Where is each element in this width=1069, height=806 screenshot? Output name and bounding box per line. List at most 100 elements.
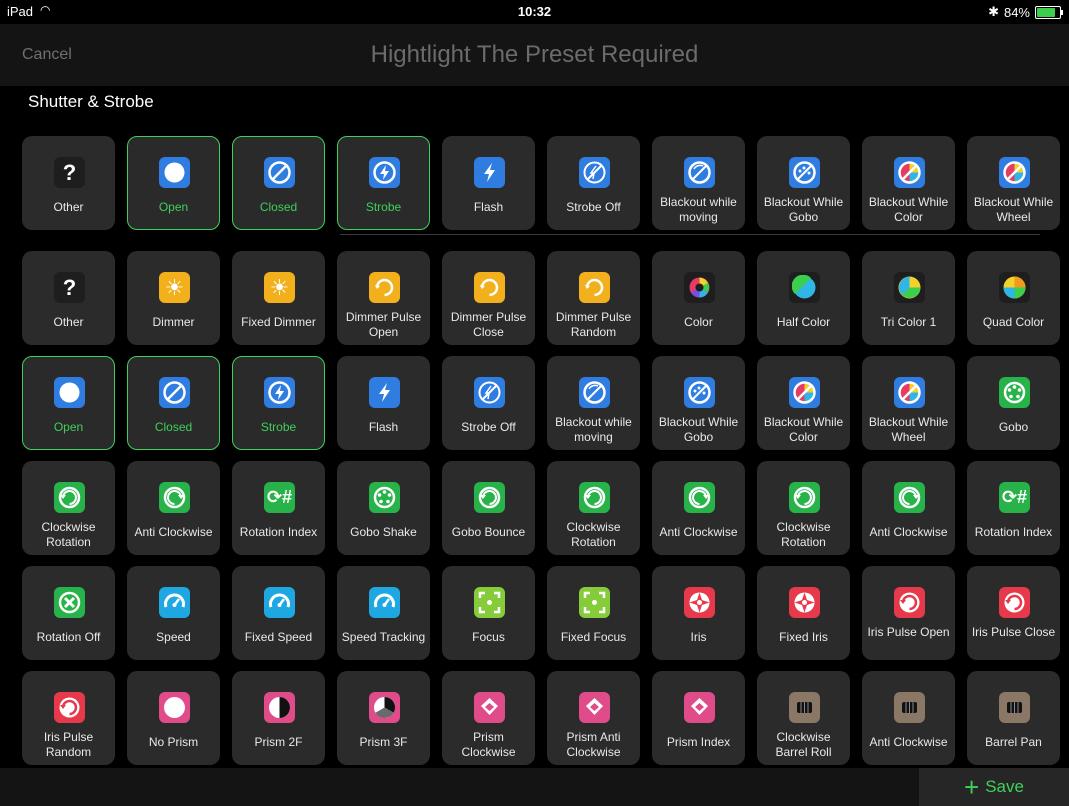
preset-tile[interactable]: Clockwise Rotation bbox=[547, 461, 640, 555]
preset-label: Quad Color bbox=[982, 315, 1045, 329]
preset-tile[interactable]: Blackout While Wheel bbox=[862, 356, 955, 450]
preset-tile[interactable]: ☀ Dimmer bbox=[127, 251, 220, 345]
preset-label: Strobe Off bbox=[566, 200, 621, 214]
flash-icon bbox=[474, 157, 505, 188]
preset-tile[interactable]: ? Other bbox=[22, 251, 115, 345]
preset-tile[interactable]: Speed Tracking bbox=[337, 566, 430, 660]
preset-tile[interactable]: Dimmer Pulse Close bbox=[442, 251, 535, 345]
preset-tile[interactable]: ? Other bbox=[22, 136, 115, 230]
preset-tile[interactable]: Clockwise Barrel Roll bbox=[757, 671, 850, 765]
preset-tile[interactable]: No Prism bbox=[127, 671, 220, 765]
prism-anticlockwise-icon bbox=[579, 692, 610, 723]
preset-tile[interactable]: Strobe Off bbox=[547, 136, 640, 230]
clock: 10:32 bbox=[517, 4, 552, 19]
preset-label: Blackout While Gobo bbox=[763, 195, 844, 224]
preset-tile[interactable]: Prism Clockwise bbox=[442, 671, 535, 765]
preset-tile[interactable]: Flash bbox=[337, 356, 430, 450]
preset-tile[interactable]: Fixed Focus bbox=[547, 566, 640, 660]
preset-tile[interactable]: Color bbox=[652, 251, 745, 345]
question-icon: ? bbox=[54, 157, 85, 188]
blackout-moving-icon bbox=[684, 157, 715, 188]
barrel-roll-clockwise-icon bbox=[789, 692, 820, 723]
blackout-color-icon bbox=[894, 157, 925, 188]
preset-tile[interactable]: ⟳# Rotation Index bbox=[967, 461, 1060, 555]
preset-label: Other bbox=[53, 200, 84, 214]
preset-label: Rotation Index bbox=[974, 525, 1053, 539]
preset-label: Prism Anti Clockwise bbox=[566, 730, 621, 759]
rotation-index-icon: ⟳# bbox=[264, 482, 295, 513]
preset-tile[interactable]: Clockwise Rotation bbox=[757, 461, 850, 555]
preset-tile[interactable]: Iris bbox=[652, 566, 745, 660]
preset-label: Open bbox=[158, 200, 189, 214]
preset-tile[interactable]: ☀ Fixed Dimmer bbox=[232, 251, 325, 345]
preset-tile[interactable]: Blackout While Gobo bbox=[652, 356, 745, 450]
preset-tile[interactable]: Blackout While Color bbox=[757, 356, 850, 450]
preset-tile[interactable]: Rotation Off bbox=[22, 566, 115, 660]
preset-label: Iris bbox=[690, 630, 707, 644]
preset-tile[interactable]: Strobe bbox=[232, 356, 325, 450]
preset-tile[interactable]: Iris Pulse Open bbox=[862, 566, 955, 660]
prism-index-icon bbox=[684, 692, 715, 723]
preset-tile[interactable]: Focus bbox=[442, 566, 535, 660]
preset-grid[interactable]: ? Other Open Closed Strobe Flash Strobe Off Bla… bbox=[0, 122, 1069, 768]
preset-tile[interactable]: Strobe Off bbox=[442, 356, 535, 450]
preset-tile[interactable]: Gobo Shake bbox=[337, 461, 430, 555]
preset-tile[interactable]: Half Color bbox=[757, 251, 850, 345]
preset-label: Strobe Off bbox=[461, 420, 516, 434]
color-wheel-icon bbox=[684, 272, 715, 303]
preset-tile[interactable]: Prism 3F bbox=[337, 671, 430, 765]
strobe-off-icon bbox=[579, 157, 610, 188]
iris-pulse-random-icon bbox=[54, 692, 85, 723]
clockwise-rotation-icon bbox=[54, 482, 85, 513]
preset-tile[interactable]: Strobe bbox=[337, 136, 430, 230]
preset-tile[interactable]: Flash bbox=[442, 136, 535, 230]
preset-tile[interactable]: Fixed Iris bbox=[757, 566, 850, 660]
preset-label: Blackout While Wheel bbox=[973, 195, 1054, 224]
save-label: Save bbox=[985, 777, 1024, 796]
preset-tile[interactable]: Fixed Speed bbox=[232, 566, 325, 660]
preset-tile[interactable]: Open bbox=[127, 136, 220, 230]
preset-tile[interactable]: Closed bbox=[127, 356, 220, 450]
preset-tile[interactable]: Anti Clockwise bbox=[127, 461, 220, 555]
preset-tile[interactable]: Gobo bbox=[967, 356, 1060, 450]
preset-tile[interactable]: Blackout while moving bbox=[652, 136, 745, 230]
dimmer-pulse-close-icon bbox=[474, 272, 505, 303]
tri-color-icon bbox=[894, 272, 925, 303]
preset-tile[interactable]: Open bbox=[22, 356, 115, 450]
preset-tile[interactable]: Tri Color 1 bbox=[862, 251, 955, 345]
preset-label: Dimmer Pulse Random bbox=[555, 310, 632, 339]
preset-tile[interactable]: Anti Clockwise bbox=[862, 461, 955, 555]
preset-label: Clockwise Rotation bbox=[41, 520, 96, 549]
save-button[interactable]: + Save bbox=[919, 768, 1069, 806]
preset-tile[interactable]: Gobo Bounce bbox=[442, 461, 535, 555]
preset-tile[interactable]: Iris Pulse Random bbox=[22, 671, 115, 765]
preset-tile[interactable]: Anti Clockwise bbox=[652, 461, 745, 555]
preset-label: Flash bbox=[368, 420, 399, 434]
iris-pulse-close-icon bbox=[999, 587, 1030, 618]
preset-tile[interactable]: Blackout While Gobo bbox=[757, 136, 850, 230]
preset-label: Color bbox=[684, 315, 713, 329]
preset-tile[interactable]: Closed bbox=[232, 136, 325, 230]
preset-tile[interactable]: Anti Clockwise bbox=[862, 671, 955, 765]
preset-tile[interactable]: Prism 2F bbox=[232, 671, 325, 765]
preset-tile[interactable]: Barrel Pan bbox=[967, 671, 1060, 765]
preset-tile[interactable]: Blackout While Color bbox=[862, 136, 955, 230]
preset-tile[interactable]: Iris Pulse Close bbox=[967, 566, 1060, 660]
preset-tile[interactable]: Blackout while moving bbox=[547, 356, 640, 450]
preset-tile[interactable]: Clockwise Rotation bbox=[22, 461, 115, 555]
preset-label: Blackout While Color bbox=[763, 415, 844, 444]
preset-label: Blackout While Color bbox=[868, 195, 949, 224]
blackout-wheel-icon bbox=[894, 377, 925, 408]
preset-tile[interactable]: Dimmer Pulse Random bbox=[547, 251, 640, 345]
preset-label: Iris Pulse Open bbox=[867, 625, 950, 639]
preset-tile[interactable]: Quad Color bbox=[967, 251, 1060, 345]
battery-percent: 84% bbox=[1003, 4, 1030, 20]
dimmer-pulse-open-icon bbox=[369, 272, 400, 303]
preset-tile[interactable]: Blackout While Wheel bbox=[967, 136, 1060, 230]
preset-tile[interactable]: Prism Anti Clockwise bbox=[547, 671, 640, 765]
preset-tile[interactable]: Speed bbox=[127, 566, 220, 660]
preset-tile[interactable]: Dimmer Pulse Open bbox=[337, 251, 430, 345]
preset-tile[interactable]: ⟳# Rotation Index bbox=[232, 461, 325, 555]
preset-label: Anti Clockwise bbox=[134, 525, 213, 539]
preset-tile[interactable]: Prism Index bbox=[652, 671, 745, 765]
